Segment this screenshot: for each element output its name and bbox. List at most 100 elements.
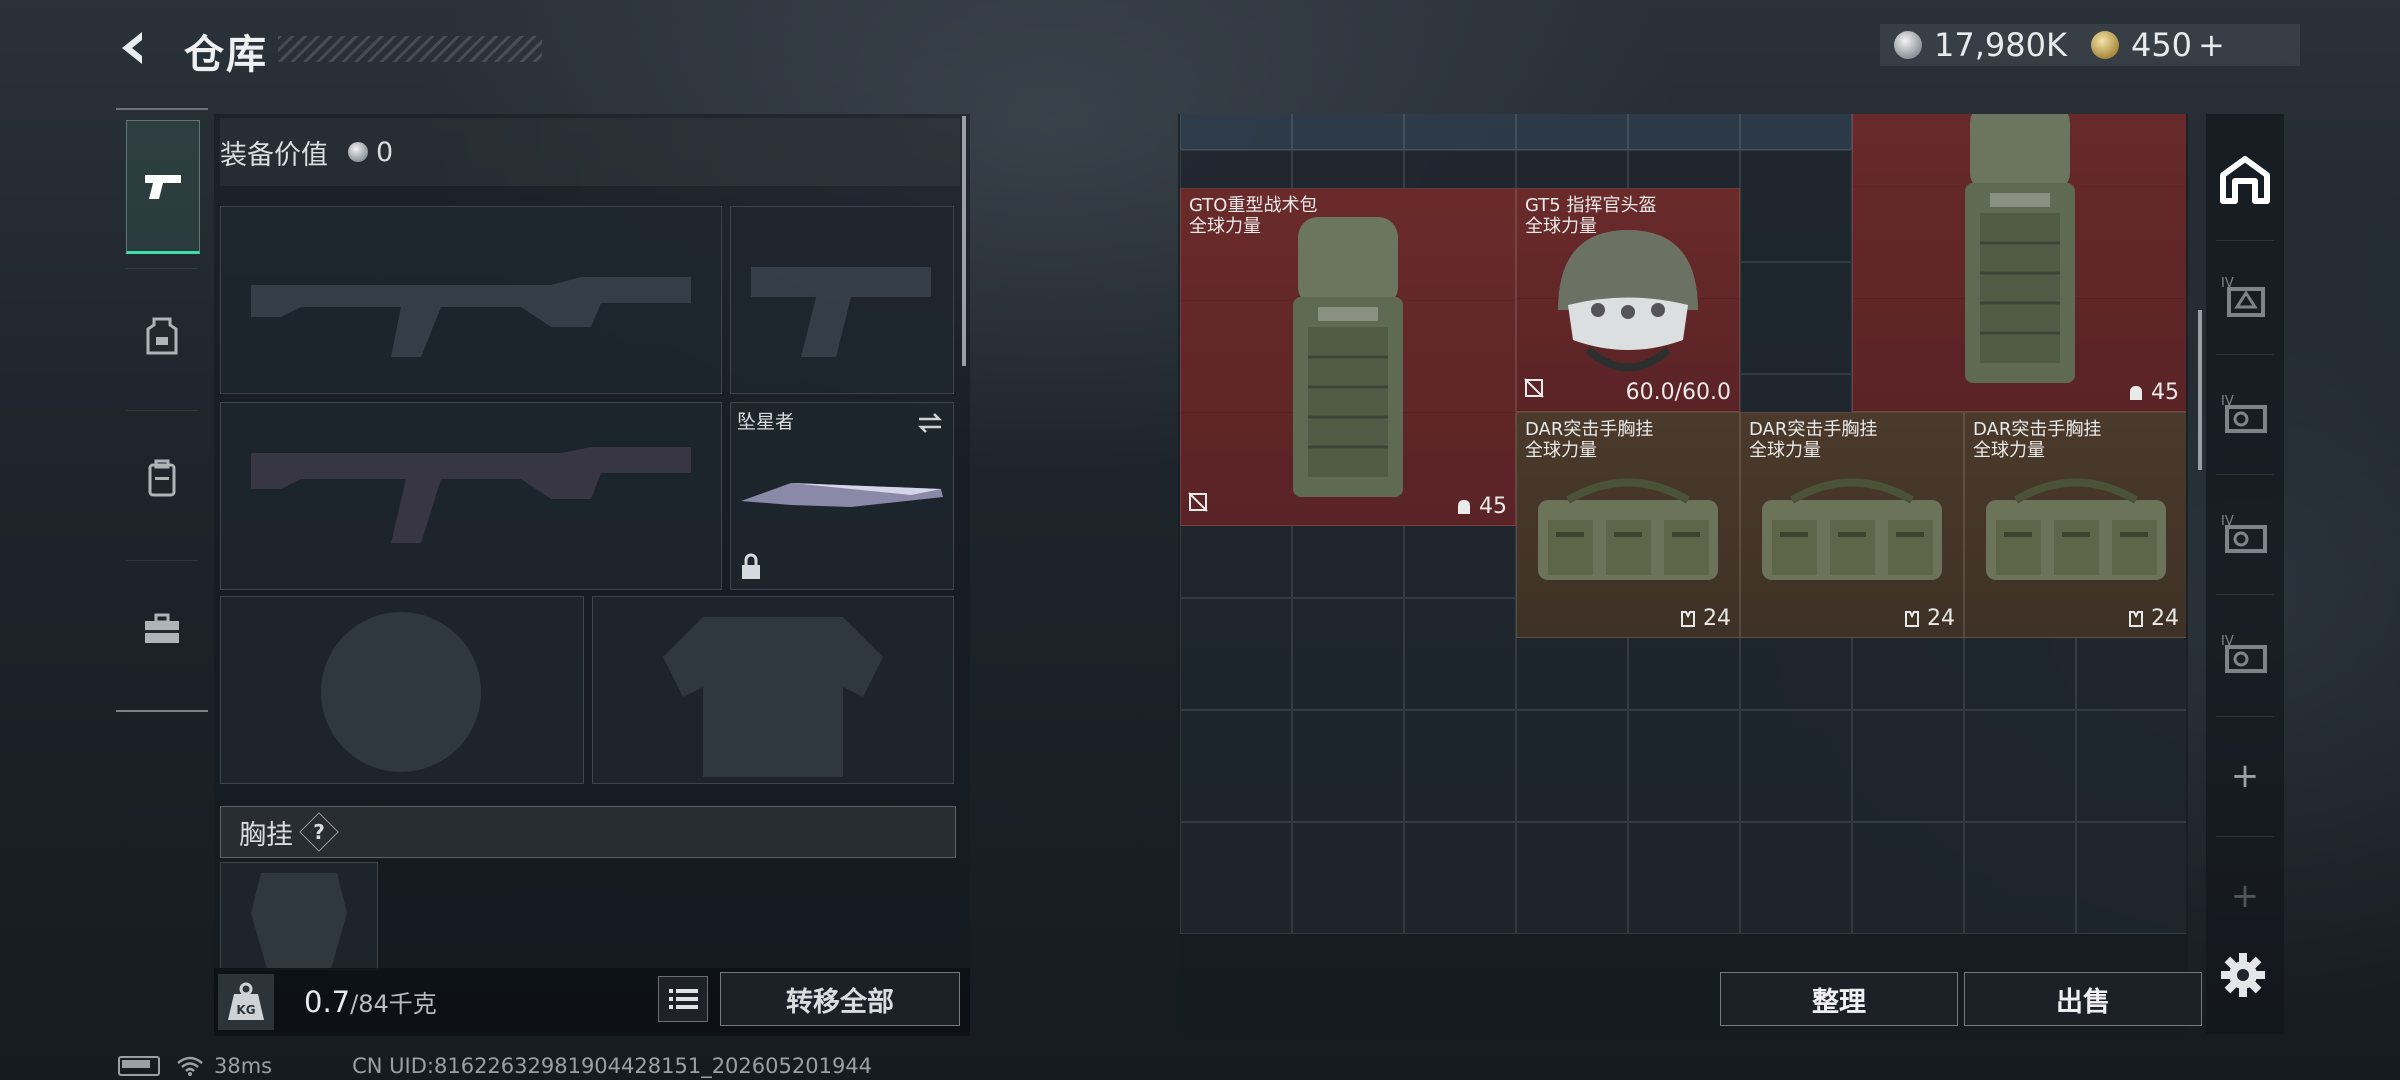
stash-cell[interactable]	[2076, 822, 2186, 934]
stash-cell[interactable]	[2076, 710, 2186, 822]
stash-cell[interactable]	[1180, 598, 1292, 710]
currency-bar: 17,980K 450 +	[1880, 24, 2300, 66]
no-repair-icon	[1524, 378, 1544, 398]
stash-cell[interactable]	[1964, 710, 2076, 822]
sort-button[interactable]: 整理	[1720, 972, 1958, 1026]
stash-cell[interactable]	[1516, 114, 1628, 150]
capacity-icon	[1458, 499, 1470, 514]
stash-tab-3[interactable]: IV	[2206, 364, 2284, 464]
stash-cell[interactable]	[1292, 598, 1404, 710]
stash-cell[interactable]	[1516, 822, 1628, 934]
lock-icon	[742, 553, 760, 579]
stash-item[interactable]: 全球力量45	[1852, 114, 2186, 412]
stash-cell[interactable]	[1740, 262, 1852, 374]
weight-readout: 0.7/84千克	[304, 984, 437, 1019]
back-arrow-icon[interactable]	[112, 26, 156, 70]
uid-text: CN UID:81622632981904428151_202605201944	[352, 1054, 873, 1078]
stash-tab-2[interactable]: IV	[2206, 246, 2284, 346]
stash-cell[interactable]	[1292, 822, 1404, 934]
item-name-line: GT5 指挥官头盔	[1525, 195, 1657, 216]
stash-cell[interactable]	[1180, 822, 1292, 934]
chest-rig-item-icon	[1762, 478, 1942, 580]
stash-cell[interactable]	[1628, 822, 1740, 934]
capacity-value: 45	[2151, 380, 2179, 405]
add-stash-tab-button[interactable]: +	[2206, 726, 2284, 826]
tab-case[interactable]	[126, 564, 198, 694]
tab-armor[interactable]	[126, 272, 198, 402]
chest-rig-silhouette-icon	[251, 873, 347, 969]
silver-amount: 17,980K	[1934, 26, 2067, 64]
slot-melee[interactable]: 坠星者	[730, 402, 954, 590]
stash-cell[interactable]	[1740, 710, 1852, 822]
stash-cell[interactable]	[1516, 710, 1628, 822]
tab-backpack[interactable]	[126, 414, 198, 544]
vest-capacity-icon	[1681, 610, 1695, 627]
list-icon	[669, 989, 698, 1009]
slot-helmet[interactable]	[220, 596, 584, 784]
slot-secondary-weapon[interactable]	[220, 402, 722, 590]
stash-cell[interactable]	[1628, 114, 1740, 150]
item-faction-line: 全球力量	[1189, 216, 1261, 237]
item-capacity: 24	[2127, 606, 2179, 631]
item-capacity: 24	[1903, 606, 1955, 631]
stash-item[interactable]: DAR突击手胸挂 全球力量 24	[1964, 412, 2186, 638]
page-title: 仓库	[184, 32, 268, 78]
stash-item[interactable]: GT5 指挥官头盔 全球力量 60.0/60.0	[1516, 188, 1740, 412]
silver-coin-icon	[1894, 31, 1922, 59]
chest-rig-section-header: 胸挂 ?	[220, 806, 956, 858]
stash-cell[interactable]	[1404, 822, 1516, 934]
stash-cell[interactable]	[1292, 114, 1404, 150]
slot-pistol[interactable]	[730, 206, 954, 394]
slot-body-armor[interactable]	[592, 596, 954, 784]
stash-cell[interactable]	[1180, 114, 1292, 150]
ping-readout: 38ms	[214, 1054, 273, 1078]
stash-cell[interactable]	[1628, 710, 1740, 822]
item-name-line: DAR突击手胸挂	[1973, 419, 2102, 440]
stash-cell[interactable]	[1404, 598, 1516, 710]
tab-weapons[interactable]	[126, 120, 200, 254]
transfer-all-button[interactable]: 转移全部	[720, 972, 960, 1026]
silver-coin-icon	[348, 142, 368, 162]
capacity-value: 45	[1479, 494, 1507, 519]
slot-primary-weapon[interactable]	[220, 206, 722, 394]
gold-coin-icon	[2090, 31, 2119, 59]
backpack-icon	[148, 459, 176, 497]
knife-icon	[741, 483, 943, 507]
help-icon[interactable]: ?	[299, 812, 339, 852]
capacity-value: 24	[1927, 606, 1955, 631]
equipment-value-row: 装备价值 0	[220, 118, 960, 186]
stash-cell[interactable]	[1852, 822, 1964, 934]
stash-item[interactable]: GTO重型战术包 全球力量 45	[1180, 188, 1516, 526]
stash-cell[interactable]	[1740, 822, 1852, 934]
stash-scrollbar[interactable]	[2198, 310, 2202, 470]
pistol-icon	[145, 175, 181, 199]
stash-tab-4[interactable]: IV	[2206, 484, 2284, 584]
stash-item[interactable]: DAR突击手胸挂 全球力量 24	[1740, 412, 1964, 638]
stash-cell[interactable]	[1404, 710, 1516, 822]
tabs-bottom-line	[116, 710, 208, 712]
stash-cell[interactable]	[1740, 150, 1852, 262]
helmet-silhouette-icon	[321, 612, 481, 772]
stash-cell[interactable]	[1964, 822, 2076, 934]
settings-gear-icon[interactable]	[2218, 950, 2268, 1000]
stash-tab-5[interactable]: IV	[2206, 604, 2284, 704]
equipment-scrollbar[interactable]	[962, 116, 966, 366]
slot-chest-rig[interactable]	[220, 862, 378, 970]
stash-cell[interactable]	[1292, 710, 1404, 822]
chest-rig-label: 胸挂	[239, 819, 293, 851]
sell-button[interactable]: 出售	[1964, 972, 2202, 1026]
stash-tab-main[interactable]	[2206, 130, 2284, 230]
stash-cell[interactable]	[1852, 710, 1964, 822]
stash-item[interactable]: DAR突击手胸挂 全球力量 24	[1516, 412, 1740, 638]
capacity-icon	[2130, 385, 2142, 400]
stash-cell[interactable]	[1740, 114, 1852, 150]
stash-cell[interactable]	[1404, 114, 1516, 150]
rifle-silhouette-icon	[251, 447, 691, 543]
add-currency-button[interactable]: +	[2198, 26, 2225, 64]
stash-cell[interactable]	[1180, 710, 1292, 822]
item-faction-line: 全球力量	[1749, 440, 1821, 461]
item-capacity: 45	[2127, 380, 2179, 405]
item-name: DAR突击手胸挂 全球力量	[1749, 419, 1877, 461]
list-view-button[interactable]	[658, 976, 708, 1022]
equipment-value-amount: 0	[376, 136, 394, 168]
